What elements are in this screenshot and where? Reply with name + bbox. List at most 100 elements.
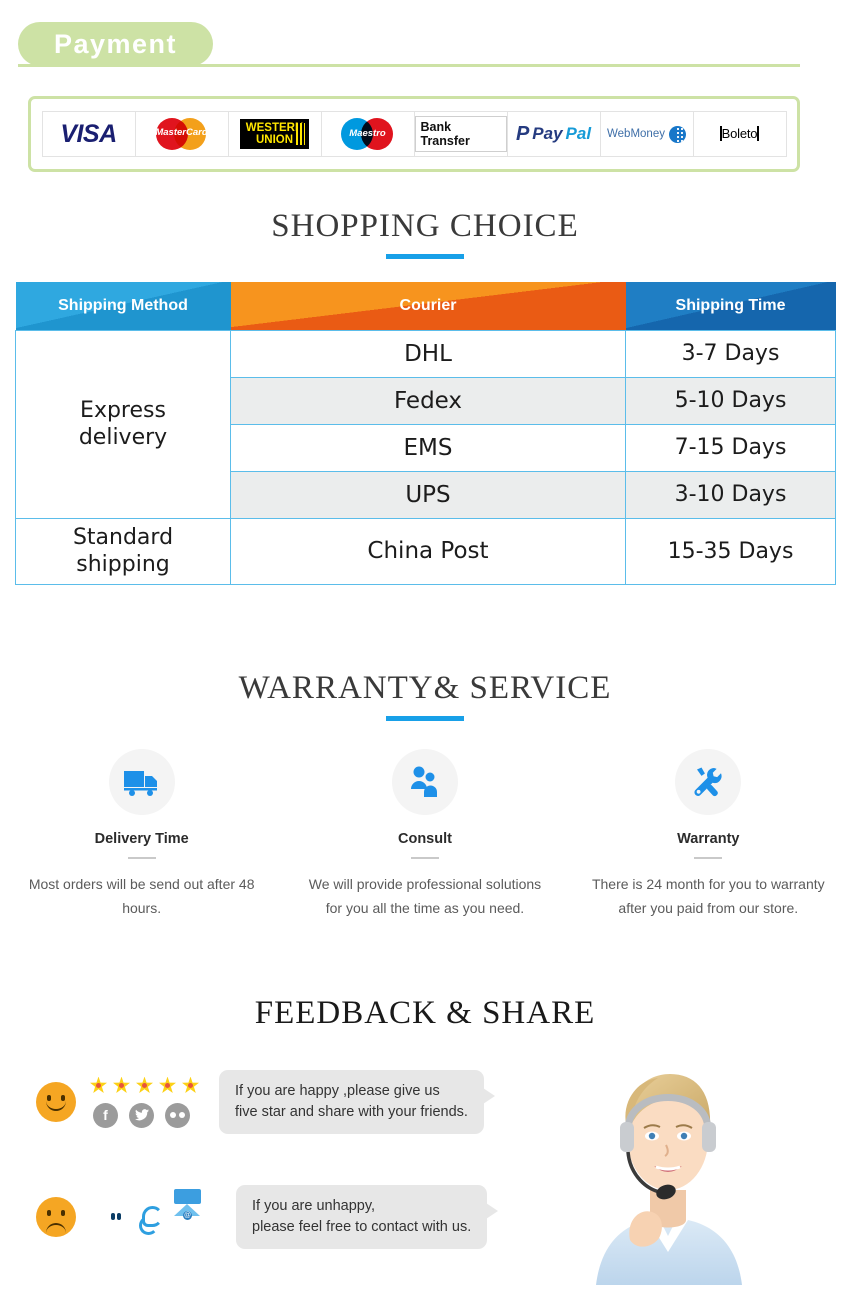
email-icon[interactable]: @ <box>174 1189 202 1230</box>
webmoney-label: WebMoney <box>607 128 665 140</box>
smiley-happy-icon <box>36 1082 76 1123</box>
payment-method-visa[interactable]: VISA <box>42 112 136 156</box>
payment-method-western-union[interactable]: WESTERN UNION <box>228 112 322 156</box>
feature-separator <box>410 857 439 859</box>
envelope-at-sign: @ <box>183 1211 192 1221</box>
feature-desc-delivery-time: Most orders will be send out after 48 ho… <box>28 876 255 916</box>
western-union-bars <box>296 122 306 146</box>
msn-messenger-icon[interactable] <box>98 1204 126 1230</box>
paypal-p-glyph: P <box>515 123 530 145</box>
cell-method-express: Express delivery <box>15 329 231 519</box>
method-express-line1: Express <box>80 397 166 423</box>
facebook-icon[interactable]: f <box>93 1102 118 1128</box>
table-header-row: Shipping Method Courier Shipping Time <box>15 282 836 330</box>
payment-heading-pill: Payment <box>18 22 213 66</box>
consult-people-icon-svg <box>410 766 437 797</box>
paypal-pay-text: Pay <box>532 124 563 143</box>
feedback-section: FEEDBACK & SHARE f If you are happy ,ple… <box>0 995 850 1250</box>
feature-separator <box>127 857 156 859</box>
agent-photo-svg <box>596 1074 742 1285</box>
star-rating <box>90 1076 199 1094</box>
feature-desc-warranty: There is 24 month for you to warranty af… <box>591 876 825 916</box>
column-header-courier: Courier <box>230 282 626 330</box>
flickr-dot-right <box>179 1112 185 1119</box>
social-share-buttons: f <box>93 1102 199 1128</box>
column-header-shipping-method: Shipping Method <box>15 282 231 330</box>
cell-time-china-post: 15-35 Days <box>625 517 836 585</box>
happy-message-line1: If you are happy ,please give us <box>235 1083 440 1099</box>
unhappy-message-line1: If you are unhappy, <box>252 1198 376 1214</box>
smiley-sad-icon <box>36 1197 76 1238</box>
cell-time-ems: 7-15 Days <box>625 423 836 472</box>
visa-logo-icon: VISA <box>60 119 117 148</box>
happy-message-line2: five star and share with your friends. <box>235 1104 468 1121</box>
twitter-bird-svg <box>134 1109 149 1121</box>
unhappy-message-bubble: If you are unhappy, please feel free to … <box>236 1185 499 1250</box>
shipping-table-wrapper: Shipping Method Courier Shipping Time Ex… <box>15 282 836 585</box>
webmoney-logo-icon: WebMoney <box>607 125 686 143</box>
table-row: Express delivery DHL 3-7 Days <box>15 329 836 519</box>
feature-desc-consult: We will provide professional solutions f… <box>308 876 542 916</box>
paypal-logo-icon: P Pay Pal <box>516 124 591 144</box>
payment-methods-strip: VISA MasterCard WESTERN UNION Maestro Ba… <box>41 111 787 157</box>
star-icon <box>90 1076 107 1094</box>
cell-method-standard: Standard shipping <box>15 517 231 585</box>
customer-service-agent-photo <box>578 1040 758 1285</box>
western-union-logo-icon: WESTERN UNION <box>239 118 310 150</box>
truck-icon-svg <box>123 771 157 796</box>
payment-method-boleto[interactable]: Boleto <box>693 112 786 156</box>
payment-method-webmoney[interactable]: WebMoney <box>600 112 694 156</box>
sad-eye-right <box>61 1210 65 1217</box>
consult-people-icon <box>391 749 458 815</box>
payment-method-mastercard[interactable]: MasterCard <box>135 112 229 156</box>
feedback-happy-row: f If you are happy ,please give us five … <box>36 1070 495 1135</box>
bank-transfer-logo-icon: Bank Transfer <box>414 116 507 152</box>
mastercard-label: MasterCard <box>155 127 208 138</box>
western-union-line2: UNION <box>255 134 294 146</box>
western-union-line1: WESTERN <box>245 121 304 134</box>
boleto-logo-icon: Boleto <box>716 123 764 145</box>
truck-icon <box>108 749 175 815</box>
cell-time-ups: 3-10 Days <box>625 470 836 519</box>
sad-mouth <box>46 1223 66 1233</box>
shopping-choice-section: SHOPPING CHOICE <box>0 208 850 259</box>
star-icon <box>136 1076 153 1094</box>
mastercard-logo-icon: MasterCard <box>150 116 214 152</box>
shopping-choice-underline <box>386 254 464 259</box>
cell-courier-china-post: China Post <box>230 517 626 585</box>
feature-consult: Consult We will provide professional sol… <box>283 749 566 920</box>
payment-method-bank-transfer[interactable]: Bank Transfer <box>414 112 508 156</box>
payment-methods-panel: VISA MasterCard WESTERN UNION Maestro Ba… <box>28 96 800 172</box>
feature-warranty: Warranty There is 24 month for you to wa… <box>567 749 850 920</box>
cell-courier-fedex: Fedex <box>230 376 626 425</box>
star-icon <box>113 1076 130 1094</box>
star-icon <box>159 1076 176 1094</box>
method-express-line2: delivery <box>78 425 168 450</box>
maestro-logo-icon: Maestro <box>337 117 399 151</box>
cell-courier-ups: UPS <box>230 470 626 519</box>
feature-delivery-time: Delivery Time Most orders will be send o… <box>0 749 283 920</box>
payment-heading-text: Payment <box>53 28 178 59</box>
sad-eye-left <box>47 1210 51 1217</box>
twitter-icon[interactable] <box>129 1102 154 1128</box>
payment-section-header: Payment <box>0 0 850 80</box>
payment-method-maestro[interactable]: Maestro <box>321 112 415 156</box>
tools-icon <box>675 749 742 815</box>
warranty-features-row: Delivery Time Most orders will be send o… <box>0 749 850 920</box>
msn-eye-right <box>117 1213 121 1221</box>
feature-name-warranty: Warranty <box>677 831 740 847</box>
cell-time-fedex: 5-10 Days <box>625 376 836 425</box>
shopping-choice-title: SHOPPING CHOICE <box>271 208 579 244</box>
shipping-table: Shipping Method Courier Shipping Time Ex… <box>15 282 836 585</box>
feature-name-delivery-time: Delivery Time <box>94 831 189 847</box>
paypal-pal-text: Pal <box>565 124 592 143</box>
msn-eye-left <box>111 1213 115 1221</box>
webmoney-globe-icon <box>668 125 686 143</box>
trademanager-icon[interactable] <box>136 1204 164 1230</box>
column-header-shipping-time: Shipping Time <box>625 282 836 330</box>
unhappy-message-line2: please feel free to contact with us. <box>252 1219 472 1236</box>
happy-message-bubble: If you are happy ,please give us five st… <box>219 1070 495 1135</box>
cell-courier-dhl: DHL <box>230 329 626 378</box>
payment-method-paypal[interactable]: P Pay Pal <box>507 112 601 156</box>
flickr-icon[interactable] <box>165 1102 190 1128</box>
